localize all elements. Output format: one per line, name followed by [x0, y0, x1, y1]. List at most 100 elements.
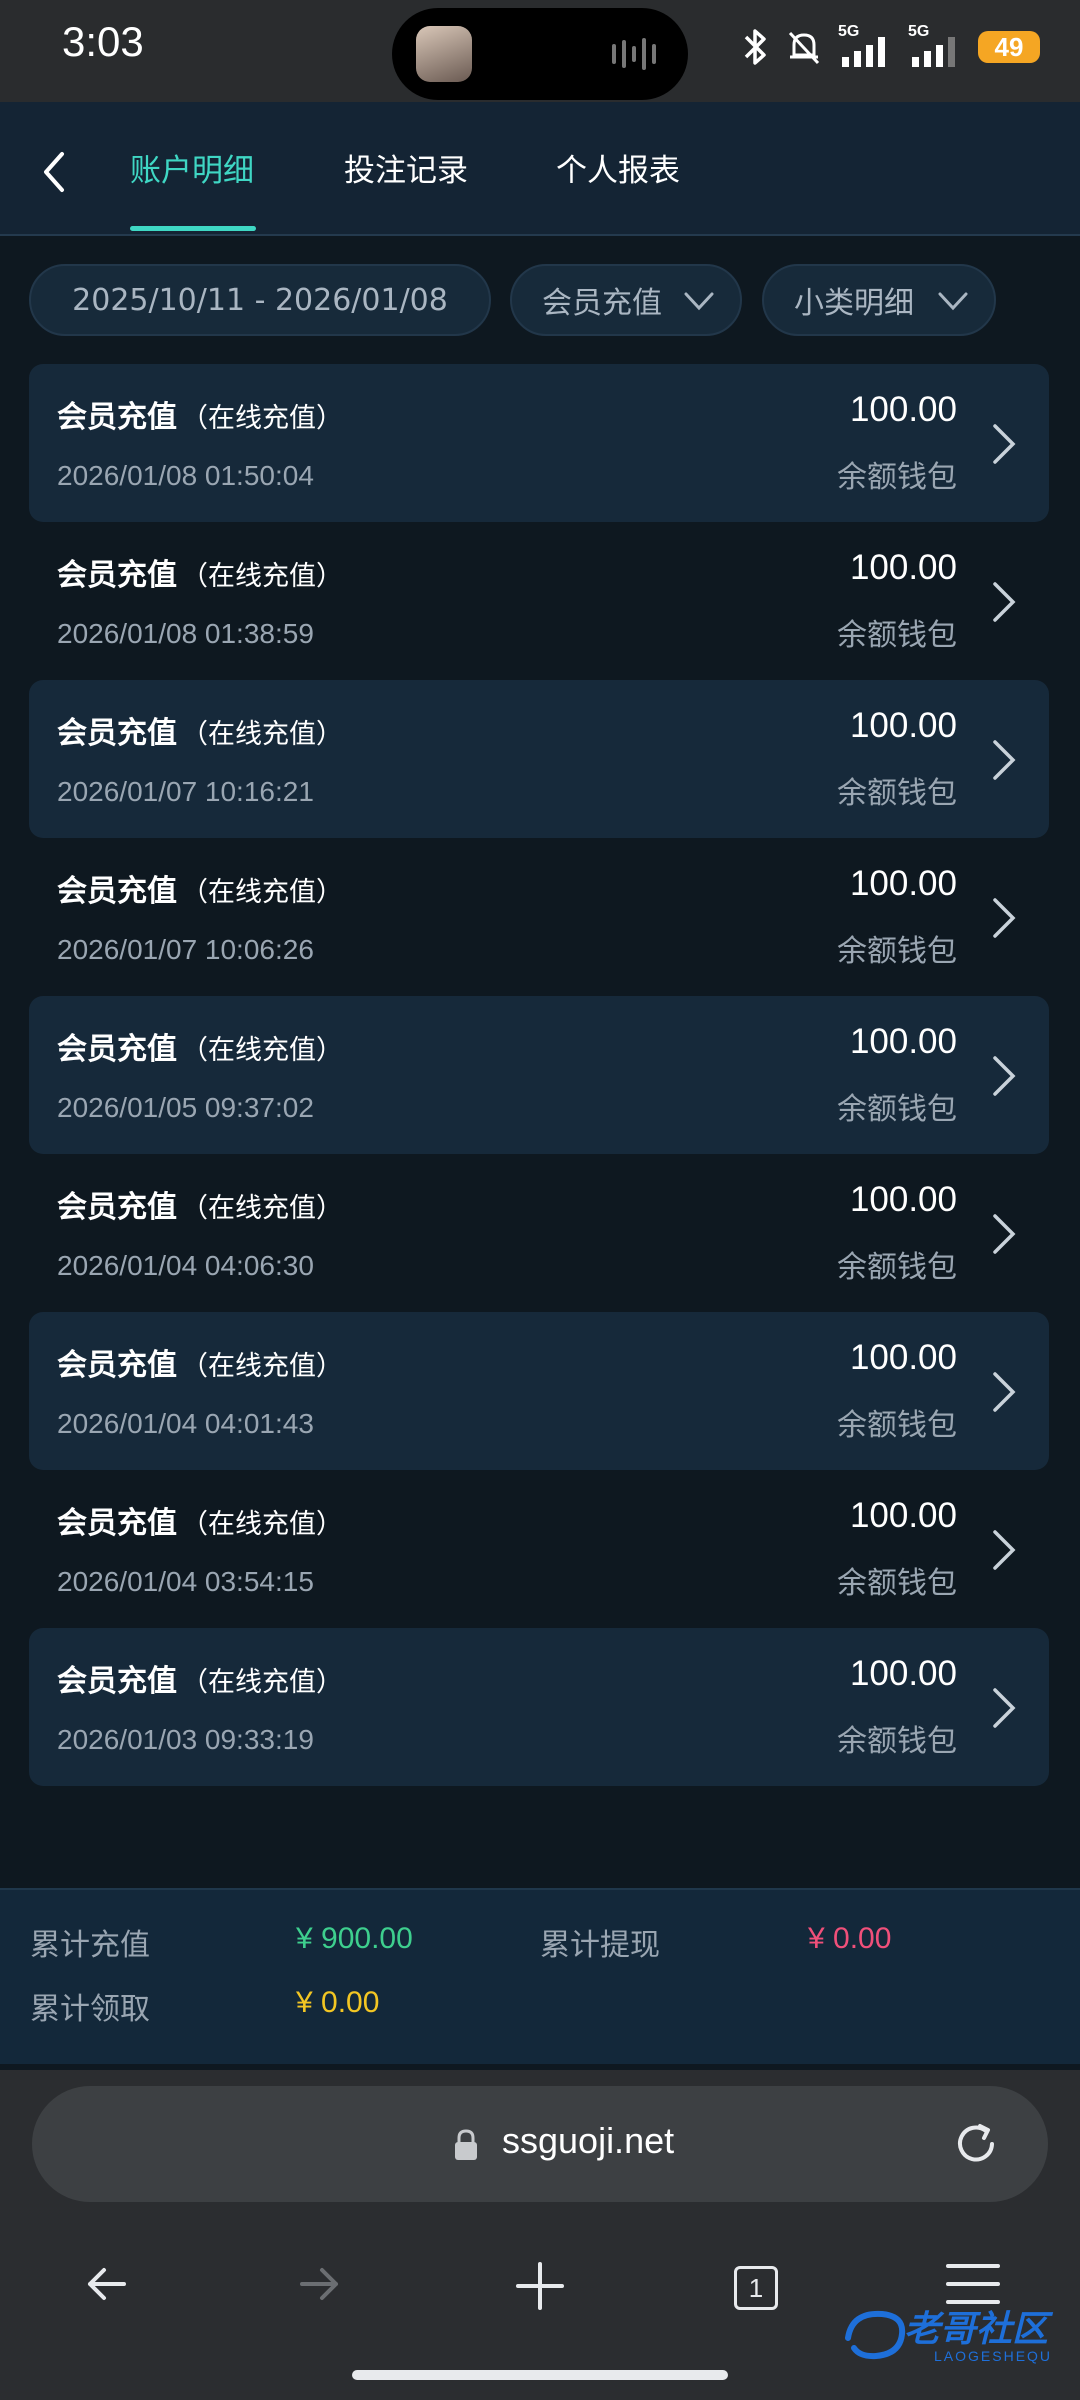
back-arrow-icon[interactable]: [26, 142, 86, 202]
transaction-type: 会员充值: [57, 400, 177, 435]
reload-icon[interactable]: [950, 2118, 1002, 2170]
dynamic-island[interactable]: [392, 8, 688, 100]
transaction-type: 会员充值: [57, 1190, 177, 1225]
transaction-row[interactable]: 会员充值 （在线充值） 2026/01/07 10:06:26 100.00 余额…: [29, 838, 1049, 996]
transaction-time: 2026/01/07 10:16:21: [57, 776, 314, 807]
subcategory-dropdown[interactable]: 小类明细: [762, 264, 996, 336]
chevron-right-icon: [993, 1372, 1016, 1412]
transaction-amount: 100.00: [849, 548, 957, 587]
summary-panel: 累计充值 ¥ 900.00 累计提现 ¥ 0.00 累计领取 ¥ 0.00: [0, 1888, 1080, 2064]
chevron-right-icon: [993, 1530, 1016, 1570]
signal-icon: 5G: [838, 23, 894, 67]
address-bar[interactable]: ssguoji.net: [32, 2086, 1048, 2202]
transaction-subtype: （在线充值）: [181, 1351, 343, 1382]
transaction-amount: 100.00: [849, 390, 957, 429]
new-tab-icon[interactable]: [514, 2260, 566, 2312]
transaction-row[interactable]: 会员充值 （在线充值） 2026/01/05 09:37:02 100.00 余额…: [29, 996, 1049, 1154]
chevron-down-icon: [684, 292, 714, 311]
transaction-amount: 100.00: [849, 1180, 957, 1219]
total-withdraw-label: 累计提现: [540, 1928, 660, 1963]
transaction-title: 会员充值 （在线充值）: [57, 1182, 343, 1226]
transaction-amount: 100.00: [849, 1338, 957, 1377]
transaction-subtype: （在线充值）: [181, 403, 343, 434]
transaction-type: 会员充值: [57, 1506, 177, 1541]
watermark-logo: 老哥社区 LAOGESHEQU: [842, 2300, 1068, 2372]
transaction-time: 2026/01/07 10:06:26: [57, 934, 314, 965]
transaction-subtype: （在线充值）: [181, 1509, 343, 1540]
battery-icon: 49: [978, 31, 1040, 63]
category-dropdown[interactable]: 会员充值: [510, 264, 742, 336]
chevron-right-icon: [993, 424, 1016, 464]
total-recharge-label: 累计充值: [30, 1928, 150, 1963]
transaction-subtype: （在线充值）: [181, 1667, 343, 1698]
transaction-row[interactable]: 会员充值 （在线充值） 2026/01/08 01:50:04 100.00 余额…: [29, 364, 1049, 522]
total-withdraw-value: ¥ 0.00: [808, 1922, 892, 1955]
transaction-row[interactable]: 会员充值 （在线充值） 2026/01/04 04:01:43 100.00 余额…: [29, 1312, 1049, 1470]
media-thumbnail: [416, 26, 472, 82]
transaction-type: 会员充值: [57, 1348, 177, 1383]
total-claim-value: ¥ 0.00: [296, 1986, 380, 2019]
tab-bet-records[interactable]: 投注记录: [344, 146, 468, 196]
transaction-amount: 100.00: [849, 1496, 957, 1535]
transaction-time: 2026/01/03 09:33:19: [57, 1724, 314, 1755]
transaction-row[interactable]: 会员充值 （在线充值） 2026/01/03 09:33:19 100.00 余额…: [29, 1628, 1049, 1786]
chevron-right-icon: [993, 1056, 1016, 1096]
transaction-wallet: 余额钱包: [837, 618, 957, 653]
watermark-text: 老哥社区: [904, 2309, 1049, 2350]
transaction-title: 会员充值 （在线充值）: [57, 1024, 343, 1068]
transaction-amount: 100.00: [849, 1022, 957, 1061]
chevron-right-icon: [993, 898, 1016, 938]
status-bar: 3:03 5G 5G 49: [0, 0, 1080, 102]
transaction-row[interactable]: 会员充值 （在线充值） 2026/01/04 03:54:15 100.00 余额…: [29, 1470, 1049, 1628]
transaction-title: 会员充值 （在线充值）: [57, 392, 343, 436]
transaction-title: 会员充值 （在线充值）: [57, 550, 343, 594]
tab-personal-report[interactable]: 个人报表: [556, 146, 680, 196]
transaction-time: 2026/01/08 01:38:59: [57, 618, 314, 649]
audio-wave-icon: [612, 38, 656, 70]
transaction-type: 会员充值: [57, 1032, 177, 1067]
page-header: 账户明细 投注记录 个人报表: [0, 102, 1080, 236]
transaction-time: 2026/01/04 03:54:15: [57, 1566, 314, 1597]
tab-switcher-button[interactable]: 1: [734, 2266, 778, 2310]
back-icon[interactable]: [82, 2260, 130, 2308]
transaction-time: 2026/01/05 09:37:02: [57, 1092, 314, 1123]
status-time: 3:03: [62, 18, 144, 65]
date-range-filter[interactable]: 2025/10/11 - 2026/01/08: [29, 264, 491, 336]
transaction-wallet: 余额钱包: [837, 1408, 957, 1443]
transaction-time: 2026/01/04 04:01:43: [57, 1408, 314, 1439]
transaction-wallet: 余额钱包: [837, 1566, 957, 1601]
transaction-amount: 100.00: [849, 1654, 957, 1693]
transaction-row[interactable]: 会员充值 （在线充值） 2026/01/08 01:38:59 100.00 余额…: [29, 522, 1049, 680]
transaction-row[interactable]: 会员充值 （在线充值） 2026/01/04 04:06:30 100.00 余额…: [29, 1154, 1049, 1312]
transaction-wallet: 余额钱包: [837, 934, 957, 969]
transaction-row[interactable]: 会员充值 （在线充值） 2026/01/07 10:16:21 100.00 余额…: [29, 680, 1049, 838]
url-text: ssguoji.net: [502, 2120, 675, 2161]
transaction-time: 2026/01/04 04:06:30: [57, 1250, 314, 1281]
forward-icon[interactable]: [296, 2260, 344, 2308]
transaction-subtype: （在线充值）: [181, 719, 343, 750]
mute-icon: [788, 31, 820, 65]
chevron-down-icon: [938, 292, 968, 311]
transaction-type: 会员充值: [57, 716, 177, 751]
tab-account-details[interactable]: 账户明细: [130, 146, 254, 196]
category-text: 会员充值: [542, 286, 662, 321]
signal-icon: 5G: [908, 23, 964, 67]
home-indicator[interactable]: [352, 2370, 728, 2380]
subcategory-text: 小类明细: [794, 286, 914, 321]
transaction-type: 会员充值: [57, 1664, 177, 1699]
total-recharge-value: ¥ 900.00: [296, 1922, 413, 1955]
transaction-title: 会员充值 （在线充值）: [57, 1498, 343, 1542]
total-claim-label: 累计领取: [30, 1992, 150, 2027]
chevron-right-icon: [993, 1688, 1016, 1728]
transaction-title: 会员充值 （在线充值）: [57, 866, 343, 910]
transaction-type: 会员充值: [57, 874, 177, 909]
transaction-subtype: （在线充值）: [181, 877, 343, 908]
transaction-subtype: （在线充值）: [181, 1035, 343, 1066]
transaction-subtype: （在线充值）: [181, 1193, 343, 1224]
transaction-wallet: 余额钱包: [837, 1092, 957, 1127]
transaction-amount: 100.00: [849, 864, 957, 903]
chevron-right-icon: [993, 1214, 1016, 1254]
transaction-title: 会员充值 （在线充值）: [57, 1340, 343, 1384]
transaction-title: 会员充值 （在线充值）: [57, 1656, 343, 1700]
dragon-logo-icon: [845, 2310, 906, 2360]
